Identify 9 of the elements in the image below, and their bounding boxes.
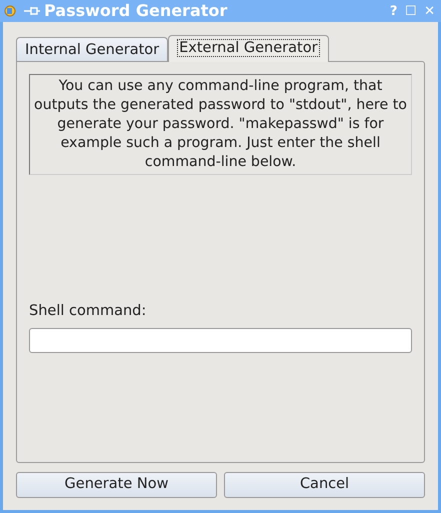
shell-command-label: Shell command: [29, 303, 146, 319]
cancel-button[interactable]: Cancel [224, 472, 425, 498]
pin-icon[interactable] [24, 6, 40, 16]
shell-command-field[interactable] [29, 328, 412, 353]
info-text: You can use any command-line program, that outputs the generated password to "stdout", here to generate your password. "makepasswd" is for example such a program. Just enter the shell command-line below. [29, 74, 412, 175]
tab[interactable]: External Generator [168, 35, 329, 62]
tab[interactable]: Internal Generator [16, 37, 168, 61]
window-title: Password Generator [44, 0, 228, 22]
generate-now-button[interactable]: Generate Now [16, 472, 217, 498]
